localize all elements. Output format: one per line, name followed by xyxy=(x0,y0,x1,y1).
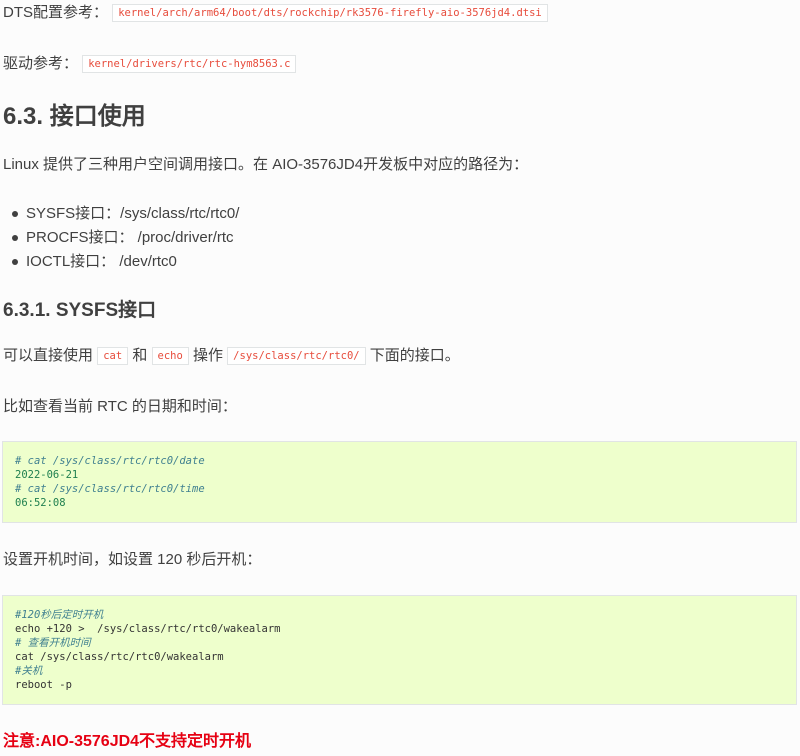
usage-op: 操作 xyxy=(192,347,223,364)
list-item: SYSFS接口：/sys/class/rtc/rtc0/ xyxy=(8,202,239,226)
echo-command: echo xyxy=(151,347,189,365)
list-item: IOCTL接口： /dev/rtc0 xyxy=(8,250,239,274)
code-line: #120秒后定时开机 xyxy=(15,609,104,621)
interface-sysfs: SYSFS接口：/sys/class/rtc/rtc0/ xyxy=(26,205,240,222)
dts-reference: DTS配置参考： kernel/arch/arm64/boot/dts/rock… xyxy=(3,3,548,24)
sysfs-usage: 可以直接使用 cat 和 echo 操作 /sys/class/rtc/rtc0… xyxy=(3,345,460,368)
code-line: #关机 xyxy=(15,665,43,677)
code-line: # cat /sys/class/rtc/rtc0/date xyxy=(15,455,205,467)
code-line: echo +120 > /sys/class/rtc/rtc0/wakealar… xyxy=(15,623,281,635)
warning-note: 注意:AIO-3576JD4不支持定时开机 xyxy=(3,733,252,750)
alarm-intro: 设置开机时间，如设置 120 秒后开机： xyxy=(3,551,262,568)
dts-path: kernel/arch/arm64/boot/dts/rockchip/rk35… xyxy=(112,4,548,22)
date-intro: 比如查看当前 RTC 的日期和时间： xyxy=(3,398,237,415)
list-item: PROCFS接口： /proc/driver/rtc xyxy=(8,226,239,250)
code-line: 2022-06-21 xyxy=(15,469,79,481)
bullet-icon xyxy=(12,259,18,265)
interface-ioctl: IOCTL接口： /dev/rtc0 xyxy=(26,253,177,270)
interface-procfs: PROCFS接口： /proc/driver/rtc xyxy=(26,229,234,246)
cat-command: cat xyxy=(97,347,129,365)
alarm-code-block[interactable]: #120秒后定时开机 echo +120 > /sys/class/rtc/rtc… xyxy=(2,595,797,705)
driver-path: kernel/drivers/rtc/rtc-hym8563.c xyxy=(82,55,297,73)
bullet-icon xyxy=(12,235,18,241)
bullet-icon xyxy=(12,211,18,217)
driver-reference: 驱动参考： kernel/drivers/rtc/rtc-hym8563.c xyxy=(3,54,297,75)
section-heading: 6.3. 接口使用 xyxy=(3,103,146,130)
section-intro: Linux 提供了三种用户空间调用接口。在 AIO-3576JD4开发板中对应的… xyxy=(3,156,529,173)
code-line: 06:52:08 xyxy=(15,497,66,509)
driver-reference-label: 驱动参考： xyxy=(3,55,79,72)
sysfs-path: /sys/class/rtc/rtc0/ xyxy=(227,347,366,365)
interface-list: SYSFS接口：/sys/class/rtc/rtc0/ PROCFS接口： /… xyxy=(8,202,239,274)
code-line: reboot -p xyxy=(15,679,72,691)
code-line: # 查看开机时间 xyxy=(15,637,91,649)
usage-and: 和 xyxy=(132,347,148,364)
code-line: # cat /sys/class/rtc/rtc0/time xyxy=(15,483,205,495)
subsection-heading: 6.3.1. SYSFS接口 xyxy=(3,300,157,321)
code-line: cat /sys/class/rtc/rtc0/wakealarm xyxy=(15,651,224,663)
dts-reference-label: DTS配置参考： xyxy=(3,4,109,21)
usage-pre: 可以直接使用 xyxy=(3,347,94,364)
date-code-block[interactable]: # cat /sys/class/rtc/rtc0/date 2022-06-21… xyxy=(2,441,797,523)
usage-post: 下面的接口。 xyxy=(369,347,460,364)
